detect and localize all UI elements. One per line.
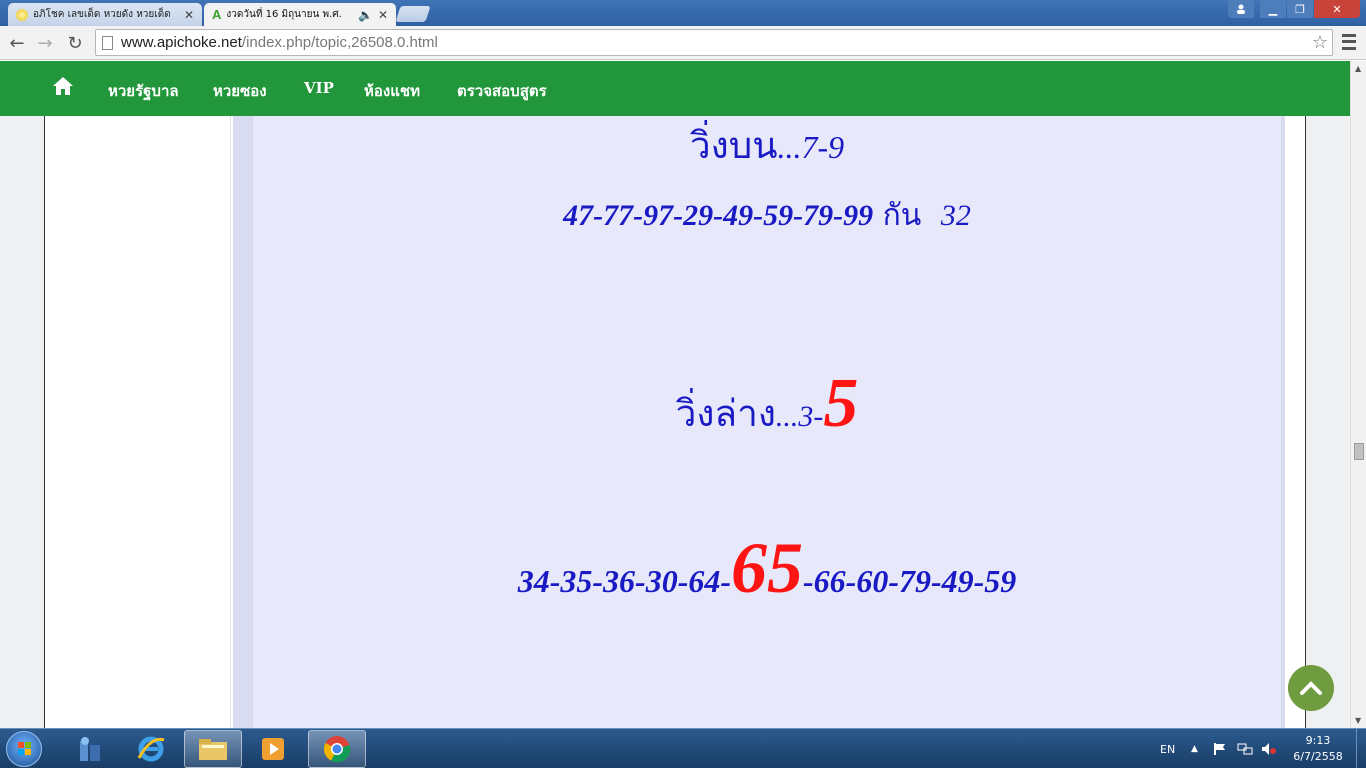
internet-explorer-icon[interactable] — [122, 730, 180, 768]
action-center-flag-icon[interactable] — [1213, 729, 1227, 768]
back-to-top-button[interactable] — [1288, 665, 1334, 711]
address-bar[interactable]: www.apichoke.net/index.php/topic,26508.0… — [95, 29, 1333, 56]
restore-window-button[interactable]: ❐ — [1287, 0, 1313, 18]
browser-tab-apichoke[interactable]: อภิโชค เลขเด็ด หวยดัง หวยเด็ด ✕ — [8, 3, 202, 26]
close-tab-icon[interactable]: ✕ — [378, 8, 388, 22]
forum-frame: วิ่งบน...7-9 47-77-97-29-49-59-79-99 กัน… — [44, 116, 1306, 728]
windows-logo-icon — [18, 742, 31, 755]
taskbar-network-app-icon[interactable] — [62, 730, 120, 768]
speaker-icon: 🔈 — [357, 7, 373, 22]
run-top-value: ...7-9 — [777, 129, 845, 165]
lightbulb-favicon-icon — [16, 8, 28, 21]
clock-time: 9:13 — [1305, 734, 1331, 747]
url-path: /index.php/topic,26508.0.html — [241, 34, 438, 51]
run-top-numbers-line: 47-77-97-29-49-59-79-99 กัน 32 — [253, 192, 1281, 239]
nav-item-check-formula[interactable]: ตรวจสอบสูตร — [457, 79, 547, 103]
post-body: วิ่งบน...7-9 47-77-97-29-49-59-79-99 กัน… — [253, 116, 1281, 728]
volume-muted-icon[interactable] — [1261, 729, 1277, 768]
nav-item-government-lottery[interactable]: หวยรัฐบาล — [108, 79, 179, 103]
run-bottom-label: วิ่งล่าง — [675, 392, 776, 435]
bookmark-star-icon[interactable]: ☆ — [1312, 32, 1328, 53]
browser-tab-current[interactable]: A งวดวันที่ 16 มิถุนายน พ.ศ. 🔈 ✕ — [204, 3, 396, 26]
page-icon — [102, 35, 113, 50]
language-indicator[interactable]: EN — [1160, 729, 1175, 768]
system-clock[interactable]: 9:13 6/7/2558 — [1290, 733, 1346, 765]
page-scrollbar[interactable]: ▲ ▼ — [1350, 61, 1366, 728]
close-tab-icon[interactable]: ✕ — [184, 8, 194, 22]
pair-numbers-after: -66-60-79-49-59 — [803, 563, 1017, 599]
home-icon[interactable] — [52, 75, 74, 97]
reload-icon[interactable]: ↻ — [64, 32, 86, 54]
run-top-guard-number: 32 — [940, 199, 971, 232]
nav-item-vip[interactable]: VIP — [304, 79, 334, 97]
url-host: www.apichoke.net — [121, 34, 242, 51]
nav-item-envelope-lottery[interactable]: หวยซอง — [213, 79, 267, 103]
chevron-up-icon — [1300, 681, 1322, 695]
poster-info-column — [45, 116, 231, 728]
forward-arrow-icon[interactable]: → — [34, 32, 56, 54]
pair-numbers-line: 34-35-36-30-64-65-66-60-79-49-59 — [253, 532, 1281, 604]
show-hidden-icons-icon[interactable]: ▲ — [1191, 729, 1198, 768]
windows-taskbar: EN ▲ 9:13 6/7/2558 — [0, 728, 1366, 768]
run-top-guard-label: กัน — [882, 198, 922, 233]
run-bottom-value: ...3- — [775, 400, 824, 433]
pair-numbers-highlight: 65 — [731, 528, 803, 608]
new-tab-button[interactable] — [395, 6, 431, 22]
run-top-line: วิ่งบน...7-9 — [253, 116, 1281, 175]
google-chrome-icon[interactable] — [308, 730, 366, 768]
chrome-menu-icon[interactable] — [1340, 32, 1358, 52]
tab-title: งวดวันที่ 16 มิถุนายน พ.ศ. — [226, 9, 342, 20]
browser-tab-strip: อภิโชค เลขเด็ด หวยดัง หวยเด็ด ✕ A งวดวัน… — [0, 0, 1366, 26]
post-container: วิ่งบน...7-9 47-77-97-29-49-59-79-99 กัน… — [233, 116, 1285, 728]
page-viewport: วิ่งบน...7-9 47-77-97-29-49-59-79-99 กัน… — [0, 116, 1350, 728]
run-top-numbers: 47-77-97-29-49-59-79-99 — [563, 199, 874, 232]
user-profile-icon[interactable] — [1228, 0, 1254, 18]
scroll-down-arrow-icon[interactable]: ▼ — [1355, 716, 1361, 725]
show-desktop-button[interactable] — [1356, 729, 1366, 768]
minimize-window-button[interactable]: ▁ — [1260, 0, 1286, 18]
close-window-button[interactable]: ✕ — [1314, 0, 1360, 18]
run-bottom-highlight: 5 — [823, 365, 859, 442]
site-nav-bar: หวยรัฐบาล หวยซอง VIP ห้องแชท ตรวจสอบสูตร — [0, 61, 1350, 116]
scrollbar-thumb[interactable] — [1354, 443, 1364, 460]
apichoke-favicon-icon: A — [212, 7, 222, 22]
clock-date: 6/7/2558 — [1293, 750, 1343, 763]
pair-numbers-before: 34-35-36-30-64- — [517, 563, 731, 599]
browser-toolbar: ← → ↻ www.apichoke.net/index.php/topic,2… — [0, 26, 1366, 60]
file-explorer-icon[interactable] — [184, 730, 242, 768]
scroll-up-arrow-icon[interactable]: ▲ — [1355, 64, 1361, 73]
tab-title: อภิโชค เลขเด็ด หวยดัง หวยเด็ด — [33, 9, 171, 20]
network-icon[interactable] — [1237, 729, 1253, 768]
url-text: www.apichoke.net/index.php/topic,26508.0… — [121, 34, 438, 51]
run-top-label: วิ่งบน — [689, 124, 778, 167]
media-player-icon[interactable] — [244, 730, 302, 768]
nav-item-chat-room[interactable]: ห้องแชท — [364, 79, 420, 103]
run-bottom-line: วิ่งล่าง...3-5 — [253, 369, 1281, 443]
back-arrow-icon[interactable]: ← — [6, 32, 28, 54]
start-button[interactable] — [6, 731, 42, 767]
